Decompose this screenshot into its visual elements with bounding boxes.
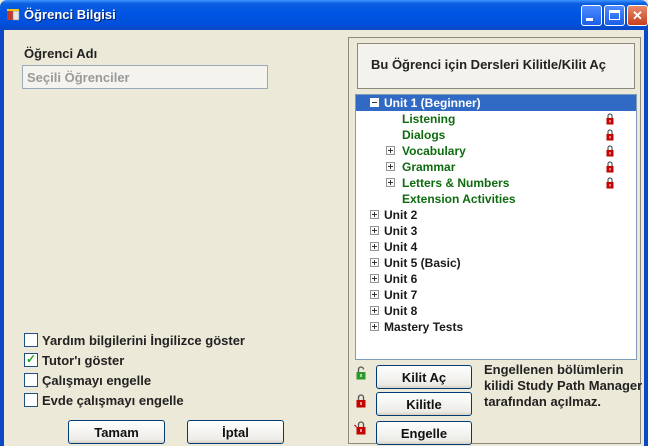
expand-icon[interactable] — [370, 274, 379, 283]
app-icon — [7, 9, 20, 21]
tree-item-unit-8[interactable]: Unit 8 — [356, 303, 636, 319]
window-frame-right — [644, 30, 648, 446]
title-bar[interactable]: Öğrenci Bilgisi ✕ — [0, 0, 648, 30]
option-block-study[interactable]: Çalışmayı engelle — [24, 373, 151, 391]
tree-item-unit-4[interactable]: Unit 4 — [356, 239, 636, 255]
tree-item-label: Extension Activities — [402, 192, 516, 206]
checkbox[interactable] — [24, 393, 38, 407]
lock-red-icon — [606, 113, 614, 125]
tree-item-label: Unit 2 — [384, 208, 418, 222]
tree-item-dialogs[interactable]: Dialogs — [356, 127, 636, 143]
option-label: Evde çalışmayı engelle — [42, 393, 184, 408]
tree-item-unit-3[interactable]: Unit 3 — [356, 223, 636, 239]
blocked-sections-note: Engellenen bölümlerin kilidi Study Path … — [484, 362, 643, 409]
tree-item-letters-numbers[interactable]: Letters & Numbers — [356, 175, 636, 191]
tree-item-label: Unit 4 — [384, 240, 418, 254]
close-icon: ✕ — [632, 8, 643, 23]
student-name-label: Öğrenci Adı — [24, 46, 98, 61]
tree-item-unit-2[interactable]: Unit 2 — [356, 207, 636, 223]
window-frame-left — [0, 30, 4, 446]
lock-red-icon — [606, 177, 614, 189]
lock-red-icon — [606, 129, 614, 141]
tree-item-label: Grammar — [402, 160, 456, 174]
tree-item-mastery-tests[interactable]: Mastery Tests — [356, 319, 636, 335]
lock-red-icon — [606, 145, 614, 157]
tree-item-extension-activities[interactable]: Extension Activities — [356, 191, 636, 207]
tree-item-unit-5[interactable]: Unit 5 (Basic) — [356, 255, 636, 271]
lock-red-icon — [606, 161, 614, 173]
lock-red-icon — [356, 394, 366, 408]
cancel-button[interactable]: İptal — [187, 420, 284, 444]
tree-item-vocabulary[interactable]: Vocabulary — [356, 143, 636, 159]
expand-icon[interactable] — [370, 290, 379, 299]
unlock-button[interactable]: Kilit Aç — [376, 365, 472, 389]
ok-button[interactable]: Tamam — [68, 420, 165, 444]
tree-item-label: Vocabulary — [402, 144, 466, 158]
tree-item-label: Letters & Numbers — [402, 176, 510, 190]
student-name-input[interactable] — [22, 65, 268, 89]
expand-icon[interactable] — [386, 178, 395, 187]
expand-icon[interactable] — [370, 210, 379, 219]
option-label: Yardım bilgilerini İngilizce göster — [42, 333, 245, 348]
option-block-home-study[interactable]: Evde çalışmayı engelle — [24, 393, 184, 411]
tree-item-unit-7[interactable]: Unit 7 — [356, 287, 636, 303]
maximize-button[interactable] — [604, 5, 625, 26]
expand-icon[interactable] — [370, 322, 379, 331]
tree-item-label: Unit 5 (Basic) — [384, 256, 461, 270]
close-button[interactable]: ✕ — [627, 5, 648, 26]
expand-icon[interactable] — [386, 146, 395, 155]
lesson-lock-header: Bu Öğrenci için Dersleri Kilitle/Kilit A… — [357, 43, 635, 89]
minimize-button[interactable] — [581, 5, 602, 26]
tree-item-label: Unit 7 — [384, 288, 418, 302]
expand-icon[interactable] — [370, 226, 379, 235]
tree-item-label: Dialogs — [402, 128, 446, 142]
expand-icon[interactable] — [386, 162, 395, 171]
maximize-icon — [609, 10, 620, 20]
lock-blocked-icon — [354, 421, 366, 435]
minimize-icon — [586, 18, 593, 21]
expand-icon[interactable] — [370, 306, 379, 315]
expand-icon[interactable] — [370, 258, 379, 267]
option-help-english[interactable]: Yardım bilgilerini İngilizce göster — [24, 333, 245, 351]
lock-open-green-icon — [356, 366, 366, 380]
tree-item-unit-6[interactable]: Unit 6 — [356, 271, 636, 287]
option-show-tutor[interactable]: ✓ Tutor'ı göster — [24, 352, 125, 371]
lock-button[interactable]: Kilitle — [376, 392, 472, 416]
option-label: Tutor'ı göster — [42, 353, 125, 368]
tree-item-label: Mastery Tests — [384, 320, 464, 334]
tree-item-grammar[interactable]: Grammar — [356, 159, 636, 175]
tree-item-label: Listening — [402, 112, 456, 126]
checkmark-icon: ✓ — [26, 352, 37, 366]
checkbox-checked[interactable]: ✓ — [24, 352, 38, 367]
tree-item-label: Unit 6 — [384, 272, 418, 286]
window-title: Öğrenci Bilgisi — [24, 7, 116, 22]
tree-item-label: Unit 8 — [384, 304, 418, 318]
block-button[interactable]: Engelle — [376, 421, 472, 445]
collapse-icon[interactable] — [370, 98, 379, 107]
tree-item-listening[interactable]: Listening — [356, 111, 636, 127]
lesson-tree[interactable]: Unit 1 (Beginner) Listening Dialogs Voca… — [355, 94, 637, 360]
tree-item-unit-1[interactable]: Unit 1 (Beginner) — [356, 95, 636, 111]
expand-icon[interactable] — [370, 242, 379, 251]
checkbox[interactable] — [24, 373, 38, 387]
tree-item-label: Unit 1 (Beginner) — [384, 96, 481, 110]
option-label: Çalışmayı engelle — [42, 373, 152, 388]
tree-item-label: Unit 3 — [384, 224, 418, 238]
checkbox[interactable] — [24, 333, 38, 347]
